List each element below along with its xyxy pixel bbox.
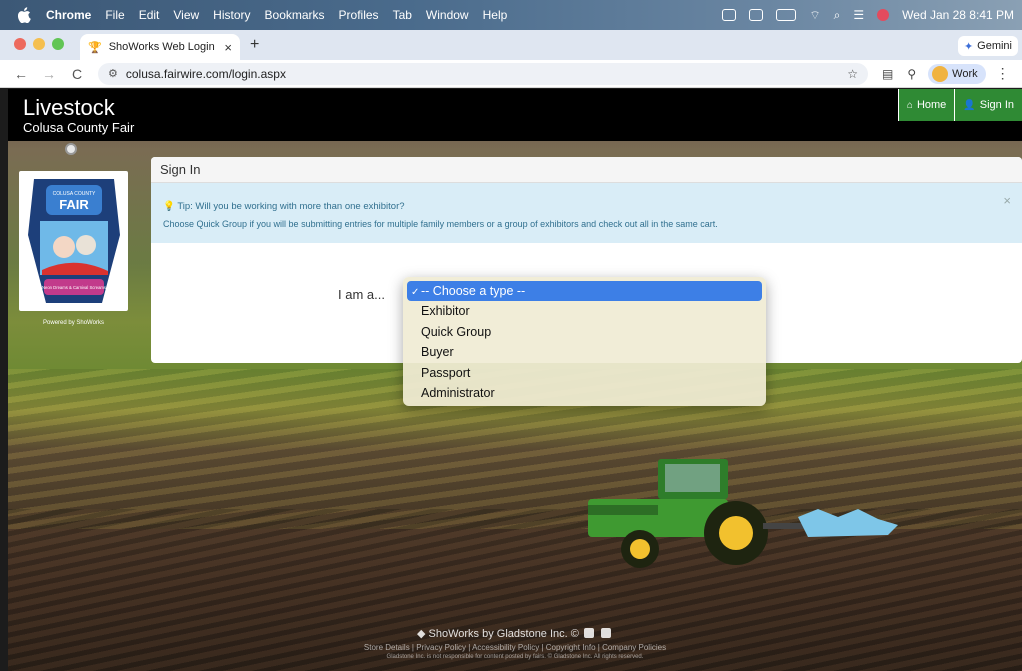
menu-view[interactable]: View [173, 8, 199, 22]
nav-signin-button[interactable]: 👤 Sign In [954, 89, 1022, 121]
new-tab-button[interactable]: + [250, 36, 259, 54]
menu-tab[interactable]: Tab [393, 8, 412, 22]
tip-title-row: 💡 Tip: Will you be working with more tha… [163, 201, 1010, 212]
menu-app-chrome[interactable]: Chrome [46, 8, 91, 22]
footer-links[interactable]: Store Details | Privacy Policy | Accessi… [8, 643, 1022, 652]
footer-brand-row: ◆ ShoWorks by Gladstone Inc. © [8, 627, 1022, 640]
logo-line3: Neon Dreams & Carnival Screams [42, 285, 106, 290]
minimize-window-button[interactable] [33, 38, 45, 50]
user-icon: 👤 [963, 99, 976, 111]
home-icon: ⌂ [906, 99, 913, 111]
nav-home-button[interactable]: ⌂ Home [897, 89, 955, 121]
user-type-select-dropdown[interactable]: ✓ -- Choose a type -- Exhibitor Quick Gro… [403, 277, 766, 406]
menu-edit[interactable]: Edit [139, 8, 160, 22]
tab-close-icon[interactable]: × [224, 40, 232, 55]
profile-button[interactable]: Work [928, 63, 986, 84]
site-navbar: Livestock Colusa County Fair ⌂ Home 👤 Si… [8, 89, 1022, 141]
status-app-icon[interactable] [722, 9, 737, 21]
tip-title: Tip: Will you be working with more than … [177, 201, 405, 212]
forward-button[interactable]: → [42, 66, 56, 82]
site-brand-subtitle[interactable]: Colusa County Fair [23, 121, 134, 135]
footer-copyright: Gladstone Inc. is not responsible for co… [386, 654, 644, 660]
lightbulb-icon: 💡 [163, 201, 175, 212]
window-controls [14, 38, 64, 50]
signin-heading: Sign In [151, 157, 1022, 183]
site-footer: ◆ ShoWorks by Gladstone Inc. © Store Det… [8, 627, 1022, 660]
address-bar[interactable]: ⚙ colusa.fairwire.com/login.aspx ☆ [98, 62, 868, 85]
gemini-button[interactable]: ✦ Gemini [957, 36, 1018, 56]
reload-button[interactable]: C [70, 66, 84, 82]
menu-bar-clock[interactable]: Wed Jan 28 8:41 PM [902, 8, 1014, 22]
menu-history[interactable]: History [213, 8, 250, 22]
menu-profiles[interactable]: Profiles [339, 8, 379, 22]
back-button[interactable]: ← [14, 66, 28, 82]
select-option-label: -- Choose a type -- [421, 284, 526, 298]
profile-avatar [932, 65, 949, 82]
showorks-logo-icon: ◆ [416, 628, 426, 640]
select-option-exhibitor[interactable]: Exhibitor [407, 301, 762, 321]
fullscreen-window-button[interactable] [52, 38, 64, 50]
browser-tab-active[interactable]: 🏆 ShoWorks Web Login × [80, 34, 240, 60]
select-option-administrator[interactable]: Administrator [407, 383, 762, 403]
address-bar-url[interactable]: colusa.fairwire.com/login.aspx [126, 67, 286, 81]
extensions-icon[interactable]: ⚲ [907, 67, 916, 81]
menu-bookmarks[interactable]: Bookmarks [265, 8, 325, 22]
logo-line2: FAIR [59, 197, 89, 212]
nav-signin-label: Sign In [979, 99, 1014, 111]
gemini-label: Gemini [977, 40, 1012, 52]
site-settings-icon[interactable]: ⚙ [108, 67, 118, 80]
tractor-image [588, 459, 898, 568]
tab-title: ShoWorks Web Login [108, 41, 215, 53]
footer-brand[interactable]: ShoWorks by Gladstone Inc. © [429, 628, 579, 640]
powered-by-text[interactable]: Powered by ShoWorks [19, 320, 128, 326]
spotlight-search-icon[interactable]: ⌕ [834, 8, 841, 23]
select-option-choose-type[interactable]: ✓ -- Choose a type -- [407, 281, 762, 302]
checkmark-icon: ✓ [411, 287, 420, 298]
tip-alert: 💡 Tip: Will you be working with more tha… [151, 183, 1022, 243]
facebook-icon[interactable] [601, 628, 611, 638]
trophy-favicon-icon: 🏆 [88, 41, 102, 54]
wifi-icon[interactable]: ⌔ [809, 8, 820, 23]
close-window-button[interactable] [14, 38, 26, 50]
menu-file[interactable]: File [105, 8, 124, 22]
fair-logo[interactable]: COLUSA COUNTY FAIR Neon Dreams & Carniva… [19, 171, 128, 311]
control-center-icon[interactable]: ☰ [853, 8, 864, 22]
sidebar-toggle-icon[interactable] [65, 143, 77, 155]
siri-icon[interactable] [877, 9, 890, 21]
tip-close-icon[interactable]: × [1003, 193, 1011, 208]
user-type-label: I am a... [338, 287, 385, 302]
select-option-passport[interactable]: Passport [407, 363, 762, 383]
web-page: Livestock Colusa County Fair ⌂ Home 👤 Si… [8, 89, 1022, 671]
apple-icon[interactable] [18, 7, 32, 23]
menu-window[interactable]: Window [426, 8, 469, 22]
site-brand-title[interactable]: Livestock [23, 97, 115, 119]
browser-toolbar: ← → C ⚙ colusa.fairwire.com/login.aspx ☆… [0, 60, 1022, 88]
bookmark-star-icon[interactable]: ☆ [847, 67, 858, 81]
twitter-icon[interactable] [583, 628, 594, 638]
gemini-sparkle-icon: ✦ [963, 40, 974, 53]
macos-menu-bar: Chrome File Edit View History Bookmarks … [0, 0, 1022, 30]
battery-icon[interactable] [776, 9, 797, 21]
profile-label: Work [952, 67, 978, 80]
browser-tab-strip: 🏆 ShoWorks Web Login × + ✦ Gemini [0, 30, 1022, 60]
site-nav-links: ⌂ Home 👤 Sign In [897, 89, 1022, 121]
fair-logo-art: COLUSA COUNTY FAIR Neon Dreams & Carniva… [27, 179, 120, 303]
menu-help[interactable]: Help [483, 8, 508, 22]
tip-body: Choose Quick Group if you will be submit… [163, 219, 718, 229]
select-option-buyer[interactable]: Buyer [407, 342, 762, 362]
chrome-menu-icon[interactable]: ⋮ [996, 65, 1010, 82]
status-display-icon[interactable] [749, 9, 764, 21]
nav-home-label: Home [916, 99, 947, 111]
reader-mode-icon[interactable]: ▤ [882, 67, 893, 81]
select-option-quick-group[interactable]: Quick Group [407, 322, 762, 342]
